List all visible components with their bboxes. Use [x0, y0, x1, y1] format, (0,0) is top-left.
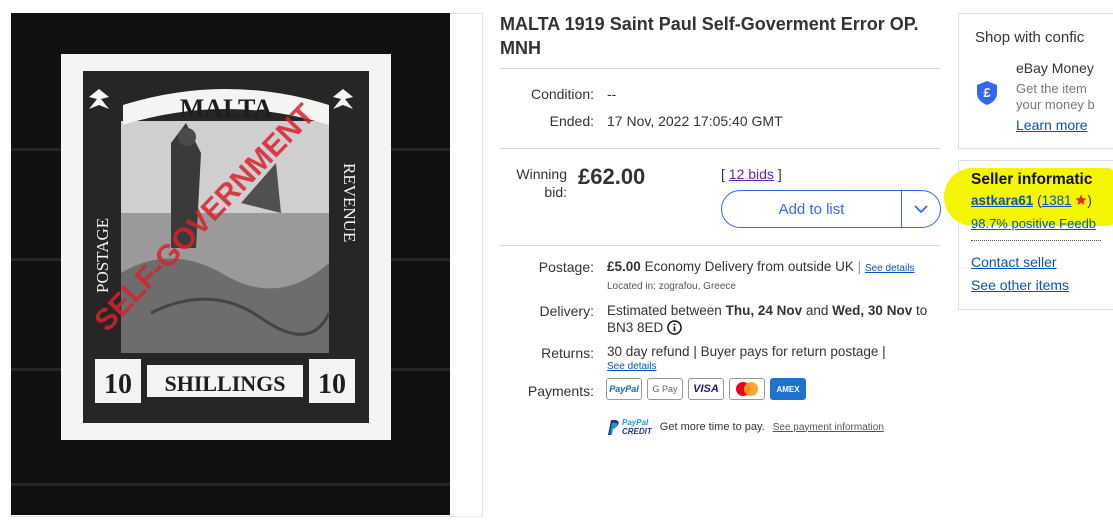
item-photo[interactable]: MALTA POSTAGE REVENUE 10 10 SHILLINGS SE…: [11, 13, 450, 515]
postage-price: £5.00: [607, 259, 641, 274]
amex-icon: AMEX: [770, 378, 806, 400]
add-to-list-control: Add to list: [721, 190, 941, 228]
delivery-to: Wed, 30 Nov: [832, 303, 913, 318]
stamp-right-text: REVENUE: [340, 163, 359, 242]
learn-more-link[interactable]: Learn more: [1016, 117, 1088, 133]
delivery-value: Estimated between Thu, 24 Nov and Wed, 3…: [607, 302, 942, 336]
money-back-title: eBay Money: [1016, 60, 1094, 76]
delivery-from: Thu, 24 Nov: [725, 303, 803, 318]
stamp-country-text: MALTA: [180, 94, 273, 123]
google-pay-icon: G Pay: [647, 378, 683, 400]
delivery-pre: Estimated between: [607, 303, 722, 318]
contact-seller-link[interactable]: Contact seller: [971, 254, 1057, 270]
feedback-close: ): [1087, 193, 1092, 208]
mastercard-icon: [729, 378, 765, 400]
divider-details: [500, 148, 940, 149]
paypal-credit-bottom: CREDIT: [622, 427, 652, 436]
stamp-denomination-right: 10: [318, 369, 346, 400]
payments-label: Payments:: [527, 383, 594, 399]
item-location: Located in: zografou, Greece: [607, 281, 736, 292]
bids-count: [ 12 bids ]: [721, 166, 782, 182]
seller-name-link[interactable]: astkara61: [971, 193, 1033, 208]
see-other-items-link[interactable]: See other items: [971, 277, 1069, 293]
positive-feedback-link[interactable]: 98.7% positive Feedb: [971, 216, 1096, 231]
condition-value: --: [607, 86, 617, 102]
postage-desc: Economy Delivery from outside UK: [644, 259, 854, 274]
see-payment-info-link[interactable]: See payment information: [773, 422, 884, 433]
feedback-star-icon: [1075, 194, 1087, 205]
add-to-list-dropdown[interactable]: [902, 204, 940, 214]
returns-value: 30 day refund | Buyer pays for return po…: [607, 344, 886, 359]
listing-title: MALTA 1919 Saint Paul Self-Goverment Err…: [500, 14, 919, 58]
ended-label: Ended:: [549, 113, 594, 129]
stamp-left-text: POSTAGE: [93, 218, 112, 293]
divider-bid: [500, 245, 940, 246]
condition-label: Condition:: [530, 86, 594, 102]
delivery-postcode: BN3 8ED: [607, 320, 664, 335]
postage-see-details[interactable]: See details: [865, 263, 914, 274]
postage-sep: |: [857, 259, 862, 274]
bids-bracket-open: [: [721, 166, 725, 182]
winning-bid-label: Winning bid:: [500, 165, 567, 201]
mastercard-circles: [736, 382, 758, 396]
add-to-list-button[interactable]: Add to list: [722, 201, 901, 218]
winning-bid-label-line2: bid:: [544, 184, 567, 200]
paypal-p-icon: [608, 419, 619, 435]
returns-label: Returns:: [541, 345, 594, 361]
money-back-line1: Get the item: [1016, 81, 1087, 96]
paypal-credit-row: PayPal CREDIT Get more time to pay. See …: [606, 418, 884, 436]
chevron-down-icon: [914, 204, 928, 213]
seller-name-row: astkara61 (1381 ): [971, 193, 1092, 208]
shop-confidence-box: Shop with confic £ eBay Money Get the it…: [958, 13, 1113, 149]
delivery-post: to: [915, 303, 928, 318]
seller-info-title: Seller informatic: [971, 171, 1093, 188]
feedback-count-link[interactable]: 1381: [1042, 193, 1072, 208]
paypal-icon: PayPal: [606, 378, 642, 400]
postage-value: £5.00 Economy Delivery from outside UK |…: [607, 259, 914, 274]
seller-dotted-divider: [971, 240, 1101, 241]
paypal-credit-text: Get more time to pay.: [659, 421, 765, 433]
winning-bid-price: £62.00: [578, 164, 646, 189]
money-back-symbol: £: [983, 85, 991, 100]
bids-bracket-close: ]: [777, 166, 782, 182]
payment-methods: PayPal G Pay VISA AMEX: [606, 378, 806, 400]
stamp-denomination-left: 10: [104, 369, 132, 400]
bids-link[interactable]: 12 bids: [729, 166, 774, 182]
visa-icon: VISA: [688, 378, 724, 400]
delivery-label: Delivery:: [539, 303, 594, 319]
paypal-credit-top: PayPal: [622, 418, 649, 427]
paypal-credit-wordmark: PayPal CREDIT: [622, 418, 652, 436]
delivery-and: and: [805, 303, 829, 318]
postage-label: Postage:: [538, 259, 594, 275]
paypal-credit-logo: PayPal CREDIT: [606, 418, 652, 436]
money-back-line2: your money b: [1016, 97, 1095, 112]
info-icon[interactable]: [667, 320, 682, 335]
ended-value: 17 Nov, 2022 17:05:40 GMT: [607, 113, 783, 129]
returns-see-details[interactable]: See details: [607, 361, 656, 372]
stamp-unit-text: SHILLINGS: [164, 371, 285, 396]
shop-confidence-title: Shop with confic: [975, 29, 1085, 46]
stamp-image: MALTA POSTAGE REVENUE 10 10 SHILLINGS SE…: [11, 13, 450, 515]
winning-bid-label-line1: Winning: [516, 166, 567, 182]
divider-title: [500, 68, 940, 69]
